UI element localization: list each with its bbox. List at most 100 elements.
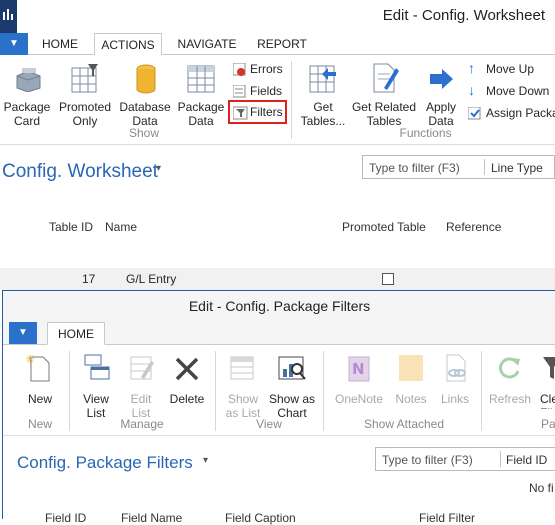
inner-filter-box: Type to filter (F3) Field ID [375, 447, 555, 471]
assign-package-button[interactable]: Assign Packag [466, 105, 555, 123]
clear-filter-button[interactable]: Cle Filt [537, 351, 555, 409]
arrow-down-icon: ↓ [468, 82, 475, 98]
filters-button[interactable]: Filters [228, 100, 287, 124]
get-related-tables-icon [373, 63, 399, 93]
ribbon-tabs: ▼ HOME ACTIONS NAVIGATE REPORT [0, 33, 555, 56]
ribbon-divider [291, 61, 292, 139]
filter-field-select[interactable]: Line Type [491, 161, 543, 175]
delete-x-icon [175, 357, 199, 381]
column-header-field-filter[interactable]: Field Filter [419, 511, 475, 525]
filter-box: Type to filter (F3) Line Type [362, 155, 555, 179]
assign-package-icon [468, 107, 481, 120]
tab-home[interactable]: HOME [34, 33, 86, 55]
onenote-icon: N [348, 356, 370, 382]
onenote-button[interactable]: N OneNote [331, 351, 387, 409]
filters-icon [233, 106, 248, 120]
show-group-label: Show [128, 126, 160, 140]
filter-divider [484, 159, 485, 175]
show-attached-group-label: Show Attached [363, 417, 445, 431]
links-icon [446, 354, 466, 382]
promoted-only-button[interactable]: Promoted Only [56, 60, 114, 128]
column-header-field-caption[interactable]: Field Caption [225, 511, 296, 525]
edit-list-button[interactable]: Edit List [121, 351, 161, 420]
page-title-dropdown-icon[interactable]: ▾ [156, 163, 161, 174]
column-header-name[interactable]: Name [105, 220, 137, 234]
app-menu-button[interactable]: ▼ [0, 33, 28, 55]
column-header-table-id[interactable]: Table ID [49, 220, 93, 234]
delete-button[interactable]: Delete [165, 351, 209, 409]
filter-input[interactable]: Type to filter (F3) [369, 161, 460, 175]
edit-list-label: Edit List [130, 392, 152, 420]
fields-label: Fields [250, 84, 283, 98]
package-data-button[interactable]: Package Data [176, 60, 226, 128]
move-down-button[interactable]: ↓ Move Down [466, 82, 555, 101]
inner-tab-home[interactable]: HOME [47, 322, 105, 345]
tab-actions[interactable]: ACTIONS [94, 33, 162, 56]
notes-label: Notes [395, 392, 427, 406]
show-as-chart-button[interactable]: Show as Chart [267, 351, 317, 420]
tab-report[interactable]: REPORT [252, 33, 312, 55]
tab-navigate[interactable]: NAVIGATE [170, 33, 244, 55]
get-related-tables-button[interactable]: Get Related Tables [350, 60, 418, 128]
inner-page-title-dropdown-icon[interactable]: ▾ [203, 455, 208, 466]
links-label: Links [440, 392, 469, 406]
get-related-tables-label: Get Related Tables [351, 100, 417, 128]
apply-data-button[interactable]: Apply Data [420, 60, 462, 128]
column-header-promoted-table[interactable]: Promoted Table [342, 220, 426, 234]
clear-filter-icon [543, 357, 555, 379]
promoted-table-checkbox[interactable] [382, 273, 394, 285]
svg-text:N: N [352, 360, 365, 378]
show-as-list-button[interactable]: Show as List [221, 351, 265, 420]
page-group-label: Pa [541, 417, 555, 431]
move-up-label: Move Up [486, 62, 535, 76]
no-filter-text: No fi [529, 481, 554, 495]
view-list-button[interactable]: View List [75, 351, 117, 420]
clear-filter-label: Cle Filt [540, 392, 555, 409]
inner-filter-divider [500, 451, 501, 467]
show-as-chart-label: Show as Chart [268, 392, 316, 420]
show-as-chart-icon [278, 356, 306, 380]
svg-text:✳: ✳ [25, 353, 35, 366]
links-button[interactable]: Links [435, 351, 475, 409]
window-title: Edit - Config. Worksheet [382, 7, 545, 24]
ribbon-divider [69, 351, 70, 431]
inner-ribbon-tabs: ▼ HOME [3, 321, 555, 345]
new-label: New [27, 392, 52, 406]
refresh-label: Refresh [488, 392, 532, 406]
show-as-list-icon [230, 356, 254, 380]
page-title: Config. Worksheet [2, 161, 158, 182]
new-button[interactable]: ✳ New [17, 351, 63, 409]
promoted-only-icon [71, 64, 98, 93]
inner-app-menu-button[interactable]: ▼ [9, 322, 37, 344]
arrow-right-icon [430, 69, 453, 89]
show-as-list-label: Show as List [225, 392, 261, 420]
notes-button[interactable]: Notes [391, 351, 431, 409]
refresh-icon [499, 357, 520, 379]
fields-icon [233, 85, 246, 98]
inner-filter-field-select[interactable]: Field ID [506, 453, 547, 467]
config-package-filters-window: Edit - Config. Package Filters ▼ HOME ✳ … [2, 290, 555, 525]
column-header-field-name[interactable]: Field Name [121, 511, 182, 525]
get-tables-button[interactable]: Get Tables... [298, 60, 348, 128]
arrow-up-icon: ↑ [468, 60, 475, 76]
view-group-label: View [256, 417, 282, 431]
inner-filter-input[interactable]: Type to filter (F3) [382, 453, 473, 467]
onenote-label: OneNote [334, 392, 384, 406]
refresh-button[interactable]: Refresh [487, 351, 533, 409]
new-group-label: New [27, 417, 52, 431]
package-card-icon [16, 68, 41, 92]
column-header-reference[interactable]: Reference [446, 220, 501, 234]
promoted-only-label: Promoted Only [58, 100, 112, 128]
errors-button[interactable]: Errors [232, 61, 286, 79]
column-header-field-id[interactable]: Field ID [45, 511, 86, 525]
move-up-button[interactable]: ↑ Move Up [466, 60, 555, 79]
ribbon-divider [323, 351, 324, 431]
apply-data-label: Apply Data [425, 100, 457, 128]
database-data-label: Database Data [119, 100, 171, 128]
table-row[interactable]: 17 G/L Entry [0, 268, 555, 290]
database-data-button[interactable]: Database Data [118, 60, 172, 128]
edit-list-icon [130, 356, 154, 380]
fields-button[interactable]: Fields [232, 83, 286, 101]
package-card-button[interactable]: Package Card [2, 60, 52, 128]
cell-name: G/L Entry [126, 272, 177, 286]
